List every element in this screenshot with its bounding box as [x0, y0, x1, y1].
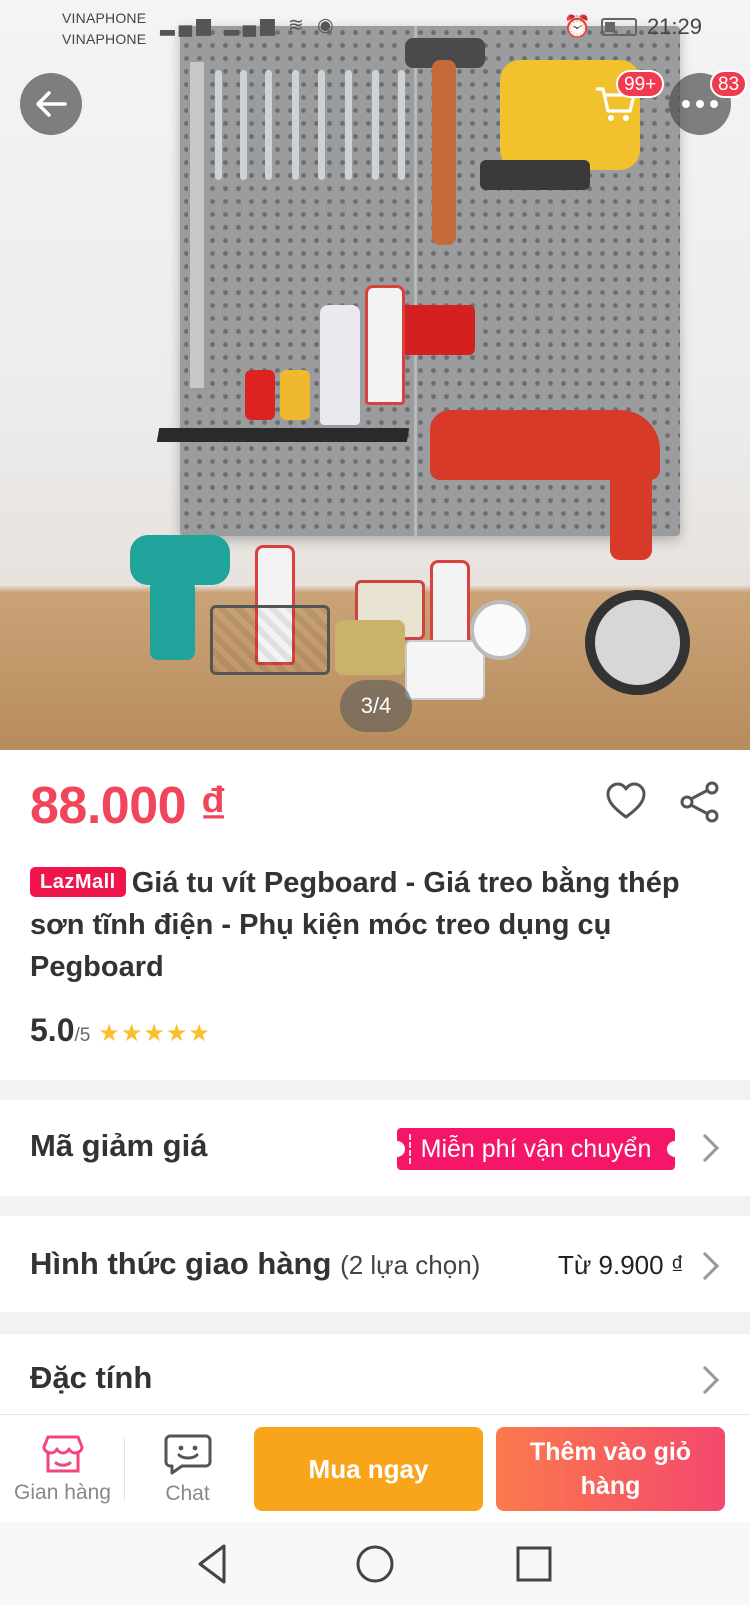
- shipping-label: Hình thức giao hàng (2 lựa chọn): [30, 1246, 480, 1282]
- star-icon: ★: [165, 1020, 189, 1047]
- back-button[interactable]: [20, 73, 82, 135]
- status-right: ⏰ 21:29: [564, 14, 702, 40]
- voucher-tag-text: Miễn phí vận chuyển: [420, 1135, 652, 1163]
- star-icon: ★: [98, 1020, 121, 1047]
- chat-label: Chat: [165, 1482, 210, 1505]
- star-icon: ★: [120, 1020, 144, 1047]
- free-shipping-voucher[interactable]: Miễn phí vận chuyển: [389, 1128, 683, 1170]
- signal-icon: ▂▄▆: [160, 15, 215, 36]
- shipping-options-count: (2 lựa chọn): [340, 1250, 481, 1280]
- nav-home-icon[interactable]: [351, 1540, 399, 1588]
- arrow-left-icon: [36, 91, 67, 117]
- chevron-right-icon: [690, 1365, 720, 1395]
- product-title-text: Giá tu vít Pegboard - Giá treo bằng thép…: [30, 867, 680, 983]
- status-bar: VINAPHONE VINAPHONE ▂▄▆ ▂▄▆ ≋ ◉ ⏰ 21:29: [0, 0, 750, 58]
- chrome-icon: ◉: [317, 15, 338, 36]
- shipping-price: Từ 9.900 ₫: [558, 1250, 685, 1280]
- bottom-action-bar: Gian hàng Chat Mua ngay Thêm vào giỏ hàn…: [0, 1414, 750, 1522]
- voucher-label: Mã giảm giá: [30, 1128, 208, 1163]
- system-navigation-bar: [0, 1522, 750, 1605]
- shipping-row[interactable]: Hình thức giao hàng (2 lựa chọn) Từ 9.90…: [0, 1216, 750, 1312]
- chevron-right-icon: [690, 1251, 720, 1281]
- message-count-badge: 83: [710, 70, 748, 98]
- store-button[interactable]: Gian hàng: [0, 1415, 125, 1523]
- store-icon: [42, 1435, 83, 1473]
- chat-button[interactable]: Chat: [125, 1415, 250, 1523]
- alarm-icon: ⏰: [563, 14, 591, 39]
- share-icon[interactable]: [678, 780, 722, 824]
- voucher-row[interactable]: Mã giảm giá Miễn phí vận chuyển: [0, 1100, 750, 1196]
- product-page: VINAPHONE VINAPHONE ▂▄▆ ▂▄▆ ≋ ◉ ⏰ 21:29 …: [0, 0, 750, 1605]
- battery-icon: [600, 18, 637, 36]
- product-info-card: 88.000 ₫ LazMall Giá tu vít Pegboard - Gi…: [0, 750, 750, 1080]
- cart-count-badge: 99+: [616, 70, 665, 98]
- chevron-right-icon: [690, 1133, 720, 1163]
- chat-icon: [164, 1434, 211, 1475]
- nav-back-icon[interactable]: [190, 1540, 238, 1588]
- store-label: Gian hàng: [14, 1481, 111, 1504]
- carrier-info: VINAPHONE VINAPHONE: [62, 8, 146, 50]
- image-counter: 3/4: [340, 680, 412, 732]
- star-icon: ★: [188, 1020, 211, 1047]
- product-rating[interactable]: 5.0 /5 ★★★★★: [30, 1012, 211, 1049]
- wifi-icon: ≋: [287, 15, 308, 36]
- carrier-2: VINAPHONE: [62, 31, 147, 47]
- signal-wifi-icons: ▂▄▆ ▂▄▆ ≋ ◉: [160, 14, 338, 37]
- rating-stars: ★★★★★: [98, 1019, 211, 1048]
- nav-recents-icon[interactable]: [510, 1540, 558, 1588]
- product-title: LazMall Giá tu vít Pegboard - Giá treo bằ…: [30, 862, 720, 988]
- heart-icon[interactable]: [604, 780, 648, 824]
- carrier-1: VINAPHONE: [62, 10, 147, 26]
- lazmall-badge: LazMall: [30, 867, 126, 897]
- signal-icon: ▂▄▆: [223, 15, 279, 36]
- star-icon: ★: [143, 1020, 166, 1047]
- specifications-row[interactable]: Đặc tính: [0, 1334, 750, 1414]
- rating-value: 5.0: [30, 1012, 75, 1048]
- add-to-cart-button[interactable]: Thêm vào giỏ hàng: [496, 1427, 725, 1511]
- status-time: 21:29: [646, 14, 702, 39]
- product-price: 88.000 ₫: [30, 777, 227, 835]
- more-dots-icon: [682, 100, 718, 108]
- specifications-label: Đặc tính: [30, 1360, 153, 1395]
- rating-max: /5: [74, 1025, 91, 1046]
- shipping-label-text: Hình thức giao hàng: [30, 1246, 332, 1281]
- buy-now-button[interactable]: Mua ngay: [254, 1427, 483, 1511]
